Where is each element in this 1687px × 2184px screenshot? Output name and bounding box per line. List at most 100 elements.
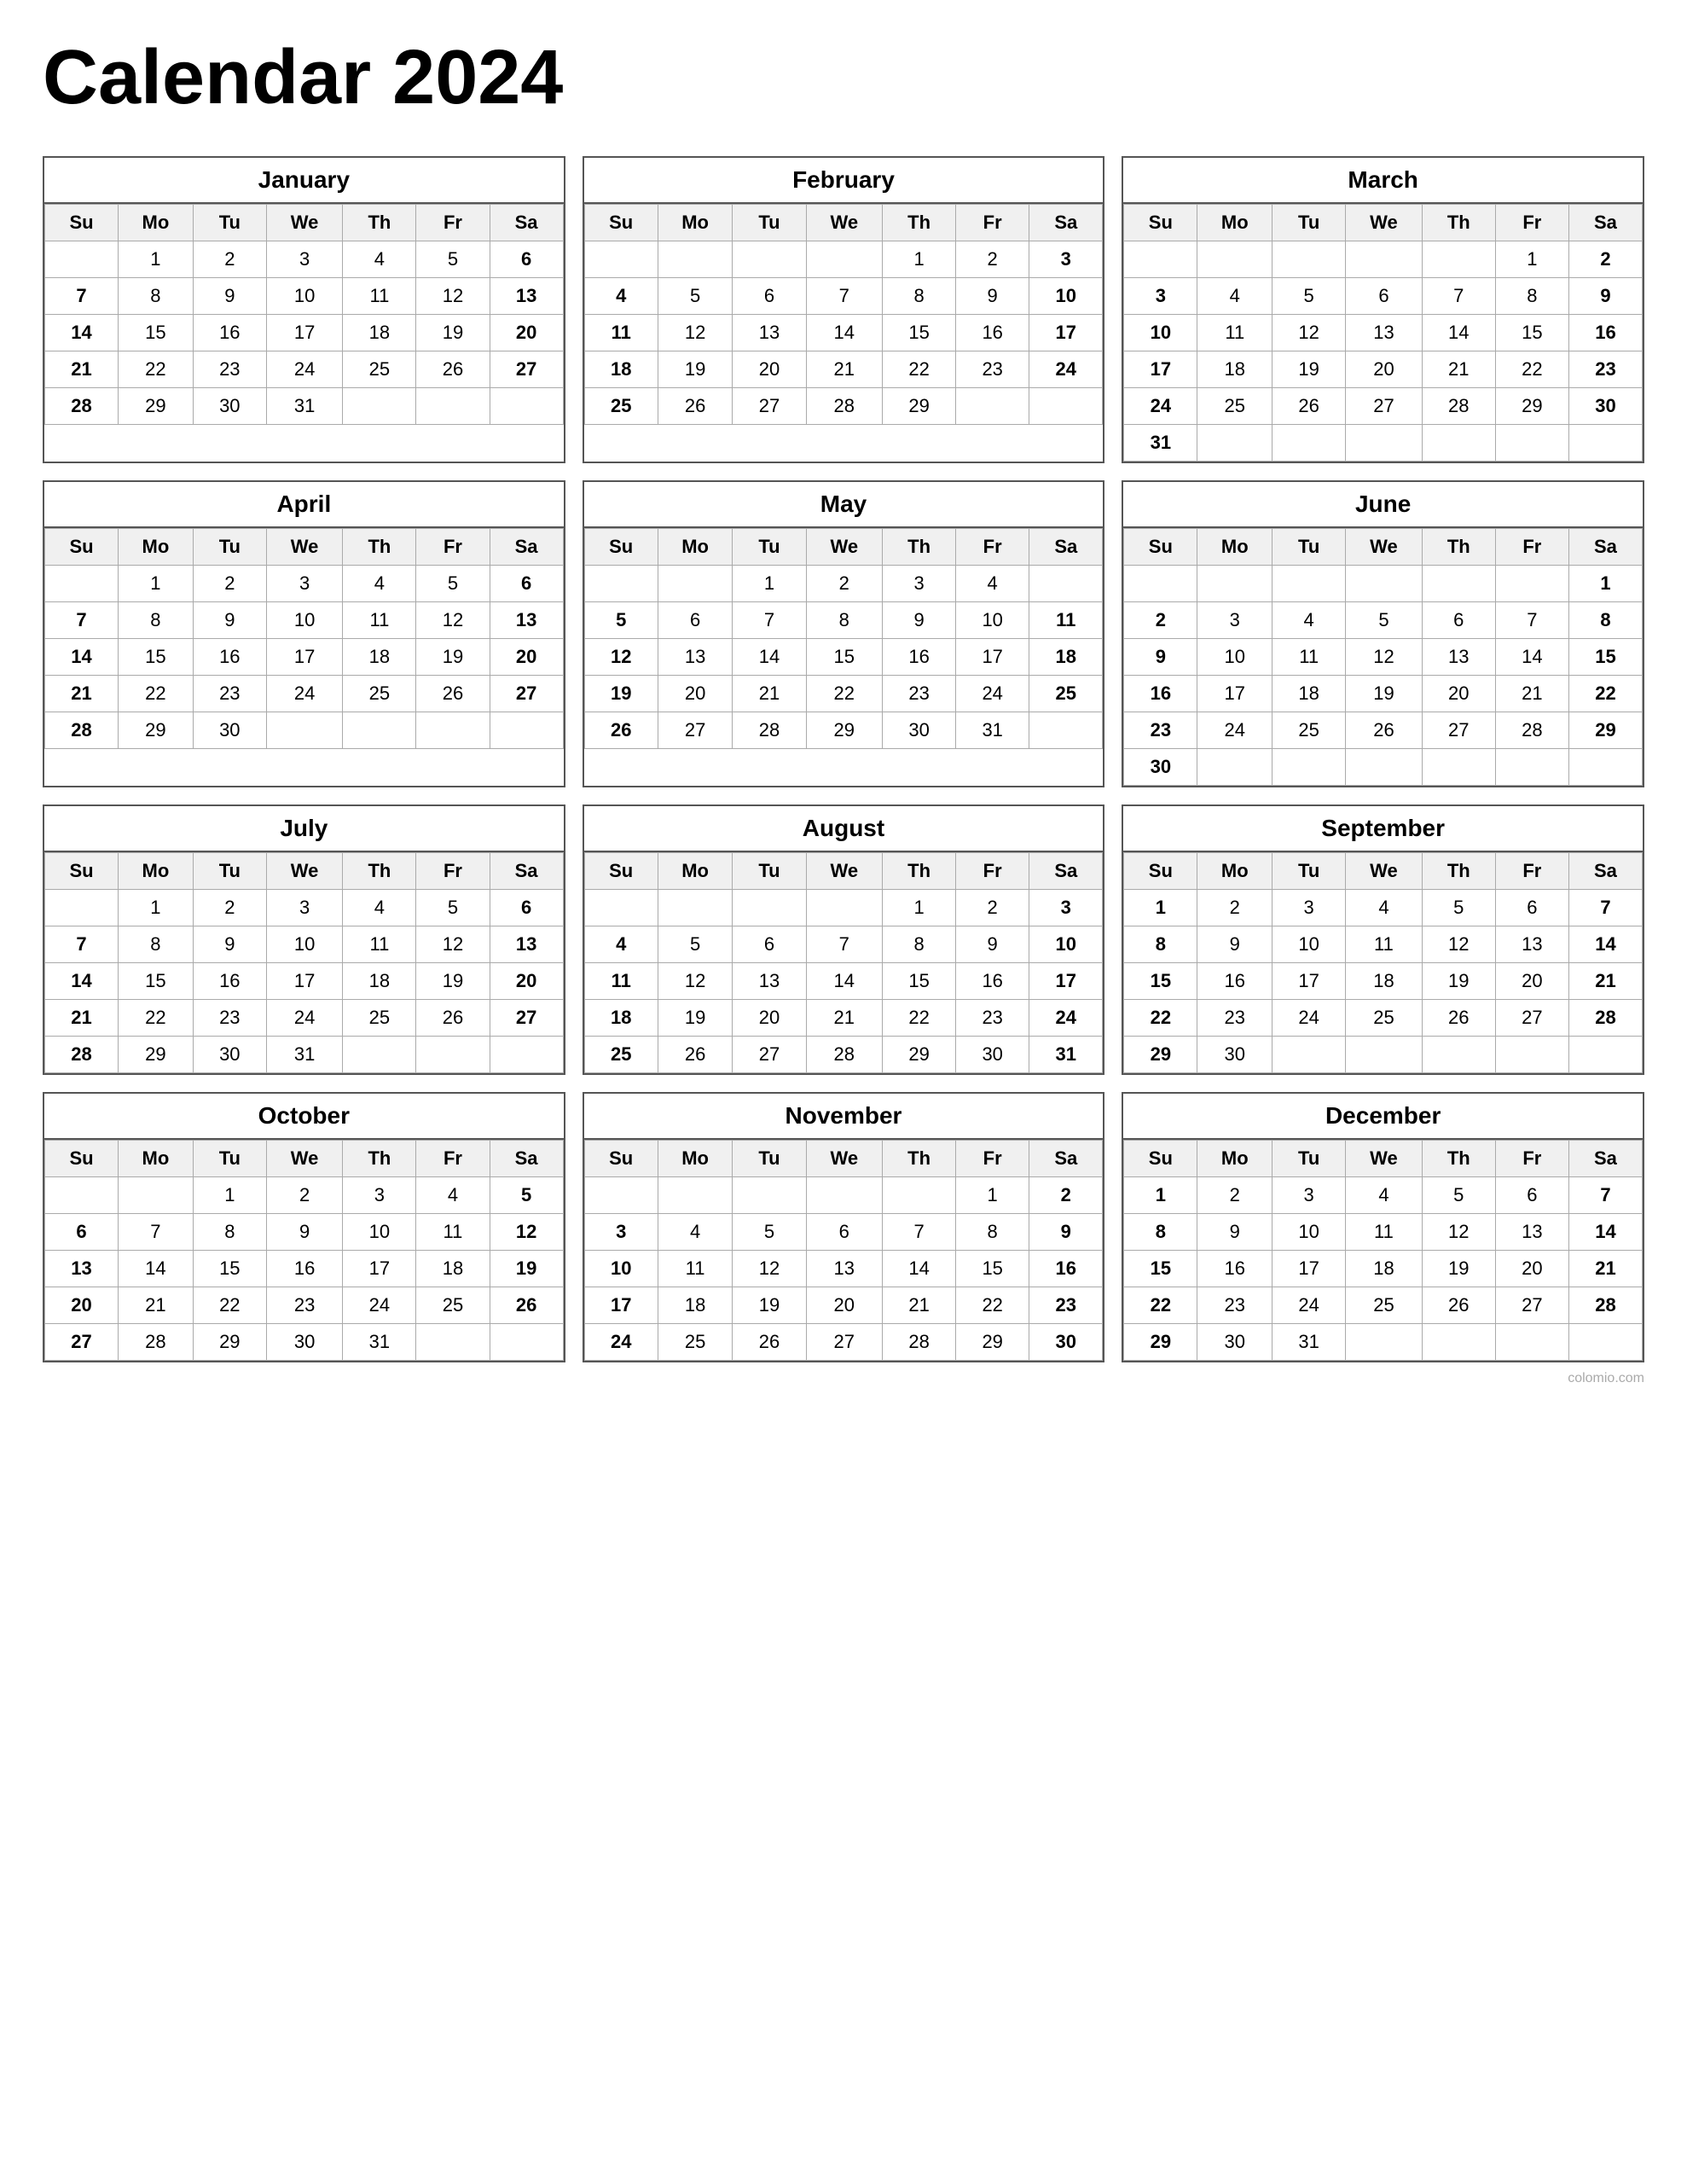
calendar-day: 4 (416, 1177, 490, 1214)
calendar-day: 9 (1124, 639, 1197, 676)
calendar-day: 1 (883, 241, 956, 278)
calendar-day: 12 (584, 639, 658, 676)
table-row: 14151617181920 (45, 639, 564, 676)
calendar-day: 30 (193, 1037, 266, 1073)
calendar-day: 11 (1029, 602, 1103, 639)
day-header-su: Su (45, 853, 119, 890)
month-title-august: August (584, 806, 1104, 852)
calendar-day: 13 (733, 963, 806, 1000)
table-row: 10111213141516 (584, 1251, 1103, 1287)
calendar-day: 20 (490, 639, 563, 676)
calendar-day: 25 (343, 676, 416, 712)
table-row: 282930 (45, 712, 564, 749)
calendar-day (1346, 749, 1423, 786)
calendar-day: 1 (883, 890, 956, 926)
calendar-day (45, 890, 119, 926)
calendar-day: 14 (883, 1251, 956, 1287)
calendar-day: 13 (490, 602, 563, 639)
calendar-day: 14 (806, 315, 883, 351)
table-row: 12131415161718 (584, 639, 1103, 676)
calendar-day: 28 (883, 1324, 956, 1361)
day-header-mo: Mo (658, 853, 733, 890)
calendar-day: 21 (45, 1000, 119, 1037)
calendar-day: 26 (1422, 1287, 1495, 1324)
day-header-su: Su (45, 529, 119, 566)
day-header-su: Su (584, 205, 658, 241)
calendar-day: 13 (1495, 1214, 1568, 1251)
month-table-december: SuMoTuWeThFrSa12345678910111213141516171… (1123, 1140, 1643, 1361)
table-row: 1234 (584, 566, 1103, 602)
day-header-su: Su (45, 205, 119, 241)
calendar-day (1272, 749, 1346, 786)
calendar-day: 6 (45, 1214, 119, 1251)
calendar-day: 27 (658, 712, 733, 749)
calendar-day: 19 (416, 639, 490, 676)
calendar-day: 28 (733, 712, 806, 749)
calendar-day: 11 (584, 963, 658, 1000)
calendar-day: 7 (1422, 278, 1495, 315)
calendar-day: 24 (1197, 712, 1272, 749)
calendar-day: 3 (1272, 1177, 1346, 1214)
calendar-day: 2 (193, 566, 266, 602)
calendar-day: 29 (1124, 1324, 1197, 1361)
calendar-day: 6 (733, 278, 806, 315)
day-header-th: Th (343, 205, 416, 241)
table-row: 123 (584, 241, 1103, 278)
calendar-day: 9 (193, 926, 266, 963)
calendar-day: 7 (119, 1214, 194, 1251)
day-header-tu: Tu (733, 529, 806, 566)
calendar-day (806, 1177, 883, 1214)
day-header-su: Su (584, 853, 658, 890)
table-row: 17181920212223 (1124, 351, 1643, 388)
calendar-day: 19 (416, 315, 490, 351)
table-row: 11121314151617 (584, 315, 1103, 351)
calendar-day: 30 (1197, 1324, 1272, 1361)
calendar-day: 10 (1197, 639, 1272, 676)
day-header-sa: Sa (490, 529, 563, 566)
month-december: DecemberSuMoTuWeThFrSa123456789101112131… (1122, 1092, 1644, 1362)
calendar-day: 22 (806, 676, 883, 712)
table-row: 6789101112 (45, 1214, 564, 1251)
month-table-july: SuMoTuWeThFrSa 1234567891011121314151617… (44, 852, 564, 1073)
calendar-day: 17 (343, 1251, 416, 1287)
calendar-day: 23 (193, 676, 266, 712)
calendar-day: 4 (343, 241, 416, 278)
calendar-day: 4 (584, 278, 658, 315)
calendar-day: 18 (584, 1000, 658, 1037)
calendar-day: 15 (806, 639, 883, 676)
table-row: 45678910 (584, 278, 1103, 315)
calendar-day: 2 (193, 241, 266, 278)
calendar-day: 7 (883, 1214, 956, 1251)
calendar-day (45, 566, 119, 602)
month-title-november: November (584, 1094, 1104, 1140)
day-header-fr: Fr (416, 1141, 490, 1177)
calendar-day: 30 (1029, 1324, 1103, 1361)
calendar-day: 10 (266, 926, 343, 963)
table-row: 78910111213 (45, 926, 564, 963)
calendar-day (1422, 241, 1495, 278)
table-row: 21222324252627 (45, 351, 564, 388)
calendar-day: 2 (1124, 602, 1197, 639)
calendar-day: 16 (883, 639, 956, 676)
calendar-day: 9 (883, 602, 956, 639)
calendar-day: 29 (883, 1037, 956, 1073)
calendar-day: 29 (956, 1324, 1029, 1361)
calendar-day: 17 (1272, 1251, 1346, 1287)
calendar-day: 10 (266, 602, 343, 639)
calendar-day: 30 (193, 712, 266, 749)
table-row: 11121314151617 (584, 963, 1103, 1000)
calendar-day: 12 (1422, 1214, 1495, 1251)
calendar-day: 25 (1197, 388, 1272, 425)
day-header-mo: Mo (119, 205, 194, 241)
calendar-day: 5 (658, 926, 733, 963)
calendar-day: 13 (490, 926, 563, 963)
calendar-day: 29 (119, 712, 194, 749)
calendar-day: 13 (1346, 315, 1423, 351)
calendar-day: 10 (584, 1251, 658, 1287)
table-row: 78910111213 (45, 278, 564, 315)
calendar-day: 1 (119, 890, 194, 926)
calendar-day (1568, 425, 1642, 462)
calendar-day: 2 (1197, 890, 1272, 926)
month-table-august: SuMoTuWeThFrSa 1234567891011121314151617… (584, 852, 1104, 1073)
day-header-mo: Mo (119, 853, 194, 890)
